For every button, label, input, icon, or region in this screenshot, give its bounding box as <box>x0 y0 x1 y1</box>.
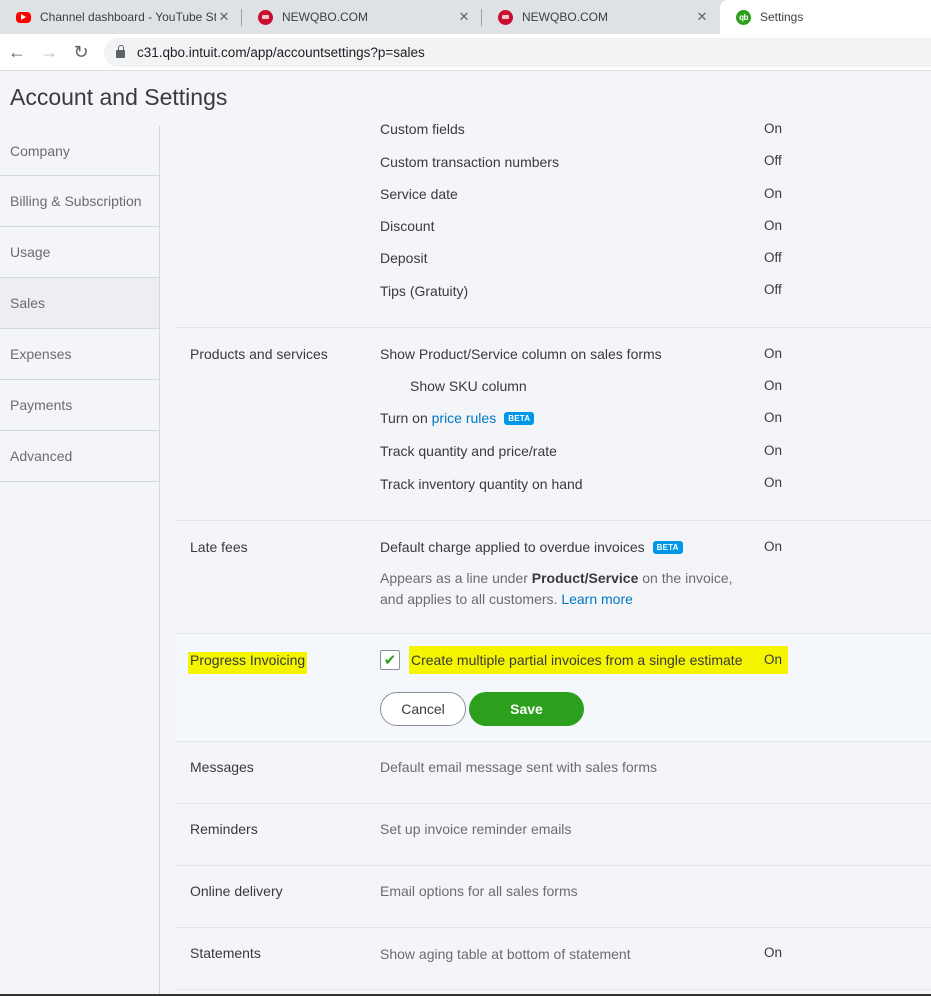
reload-icon: ↻ <box>73 41 89 62</box>
sidebar-item-advanced[interactable]: Advanced <box>0 431 159 482</box>
setting-default-late-charge: Default charge applied to overdue invoic… <box>380 539 683 555</box>
youtube-icon <box>16 11 31 23</box>
sidebar-item-company[interactable]: Company <box>0 126 159 176</box>
setting-value: On <box>764 346 783 361</box>
setting-value: Off <box>764 250 782 265</box>
price-rules-link[interactable]: price rules <box>432 410 497 426</box>
quickbooks-icon: qb <box>736 9 751 25</box>
setting-custom-fields: Custom fields <box>380 121 465 137</box>
section-online-delivery[interactable]: Online delivery Email options for all sa… <box>176 865 931 927</box>
section-title: Statements <box>190 945 261 961</box>
setting-value: On <box>764 410 783 425</box>
tab-title: NEWQBO.COM <box>282 10 368 24</box>
setting-value: Off <box>764 153 782 168</box>
setting-value: Off <box>764 282 782 297</box>
browser-tab-settings[interactable]: qb Settings <box>720 0 931 34</box>
setting-value: On <box>764 121 783 136</box>
sidebar-item-payments[interactable]: Payments <box>0 380 159 431</box>
newqbo-icon <box>498 9 513 25</box>
arrow-left-icon: ← <box>8 41 26 62</box>
browser-tab-strip: Channel dashboard - YouTube St ✕ NEWQBO.… <box>0 0 931 34</box>
setting-value: On <box>764 378 783 393</box>
setting-service-date: Service date <box>380 186 458 202</box>
sidebar-item-sales[interactable]: Sales <box>0 278 159 329</box>
statements-description: Show aging table at bottom of statement <box>380 946 631 962</box>
setting-value: On <box>764 652 783 667</box>
setting-value: On <box>764 945 783 960</box>
section-title: Progress Invoicing <box>188 652 308 674</box>
save-button[interactable]: Save <box>469 692 584 726</box>
online-delivery-description: Email options for all sales forms <box>380 883 578 899</box>
forward-button[interactable]: → <box>38 41 60 63</box>
setting-value: On <box>764 539 783 554</box>
sidebar-item-usage[interactable]: Usage <box>0 227 159 278</box>
section-late-fees[interactable]: Late fees Default charge applied to over… <box>176 520 931 633</box>
setting-value: On <box>764 186 783 201</box>
sidebar-item-billing[interactable]: Billing & Subscription <box>0 176 159 227</box>
sidebar-item-expenses[interactable]: Expenses <box>0 329 159 380</box>
reload-button[interactable]: ↻ <box>70 41 92 63</box>
setting-show-product-service-column: Show Product/Service column on sales for… <box>380 346 662 362</box>
progress-invoicing-checkbox[interactable]: ✔ <box>380 650 400 670</box>
tab-close-icon[interactable]: ✕ <box>694 9 710 25</box>
section-sales-form-content[interactable]: Custom fields On Custom transaction numb… <box>176 116 931 327</box>
back-button[interactable]: ← <box>6 41 28 63</box>
setting-track-inventory: Track inventory quantity on hand <box>380 476 583 492</box>
desc-bold: Product/Service <box>531 570 639 586</box>
setting-value: On <box>764 218 783 233</box>
section-statements[interactable]: Statements Show aging table at bottom of… <box>176 927 931 990</box>
setting-label: Turn on <box>380 410 432 426</box>
section-progress-invoicing: Progress Invoicing ✔ Create multiple par… <box>176 633 931 741</box>
section-title: Messages <box>190 759 254 775</box>
page-title: Account and Settings <box>10 84 228 110</box>
desc-text: Appears as a line under <box>380 570 532 586</box>
address-bar[interactable]: c31.qbo.intuit.com/app/accountsettings?p… <box>104 38 931 67</box>
reminders-description: Set up invoice reminder emails <box>380 821 572 837</box>
setting-label: Default charge applied to overdue invoic… <box>380 539 645 555</box>
tab-title: NEWQBO.COM <box>522 10 608 24</box>
tab-title: Settings <box>760 10 804 24</box>
setting-show-sku-column: Show SKU column <box>410 378 527 394</box>
setting-discount: Discount <box>380 218 435 234</box>
setting-deposit: Deposit <box>380 250 428 266</box>
section-reminders[interactable]: Reminders Set up invoice reminder emails <box>176 803 931 865</box>
browser-tab-newqbo-2[interactable]: NEWQBO.COM ✕ <box>482 0 720 34</box>
tab-title: Channel dashboard - YouTube St <box>40 10 216 24</box>
setting-price-rules: Turn on price rules BETA <box>380 410 535 426</box>
setting-custom-transaction-numbers: Custom transaction numbers <box>380 154 559 170</box>
tab-close-icon[interactable]: ✕ <box>216 9 232 25</box>
section-products-services[interactable]: Products and services Show Product/Servi… <box>176 327 931 520</box>
section-messages[interactable]: Messages Default email message sent with… <box>176 741 931 803</box>
browser-tab-newqbo-1[interactable]: NEWQBO.COM ✕ <box>242 0 482 34</box>
newqbo-icon <box>258 9 273 25</box>
settings-sidebar: Company Billing & Subscription Usage Sal… <box>0 126 160 996</box>
progress-invoicing-label[interactable]: Create multiple partial invoices from a … <box>409 646 789 674</box>
arrow-right-icon: → <box>40 41 58 62</box>
url-text[interactable]: c31.qbo.intuit.com/app/accountsettings?p… <box>137 45 425 60</box>
section-title: Reminders <box>190 821 258 837</box>
section-title: Products and services <box>190 346 328 362</box>
browser-tab-youtube[interactable]: Channel dashboard - YouTube St ✕ <box>0 0 242 34</box>
beta-badge: BETA <box>504 412 535 425</box>
cancel-button[interactable]: Cancel <box>380 692 466 726</box>
late-fees-description: Appears as a line under Product/Service … <box>380 568 750 610</box>
setting-tips: Tips (Gratuity) <box>380 283 469 299</box>
section-title: Online delivery <box>190 883 283 899</box>
tab-close-icon[interactable]: ✕ <box>456 9 472 25</box>
setting-value: On <box>764 443 783 458</box>
setting-track-quantity-price: Track quantity and price/rate <box>380 443 557 459</box>
beta-badge: BETA <box>652 541 683 554</box>
section-title: Late fees <box>190 539 248 555</box>
sales-settings-content: Custom fields On Custom transaction numb… <box>176 116 931 990</box>
setting-value: On <box>764 475 783 490</box>
messages-description: Default email message sent with sales fo… <box>380 759 657 775</box>
browser-toolbar: ← → ↻ c31.qbo.intuit.com/app/accountsett… <box>0 34 931 71</box>
lock-icon <box>116 45 125 58</box>
learn-more-link[interactable]: Learn more <box>561 591 633 607</box>
